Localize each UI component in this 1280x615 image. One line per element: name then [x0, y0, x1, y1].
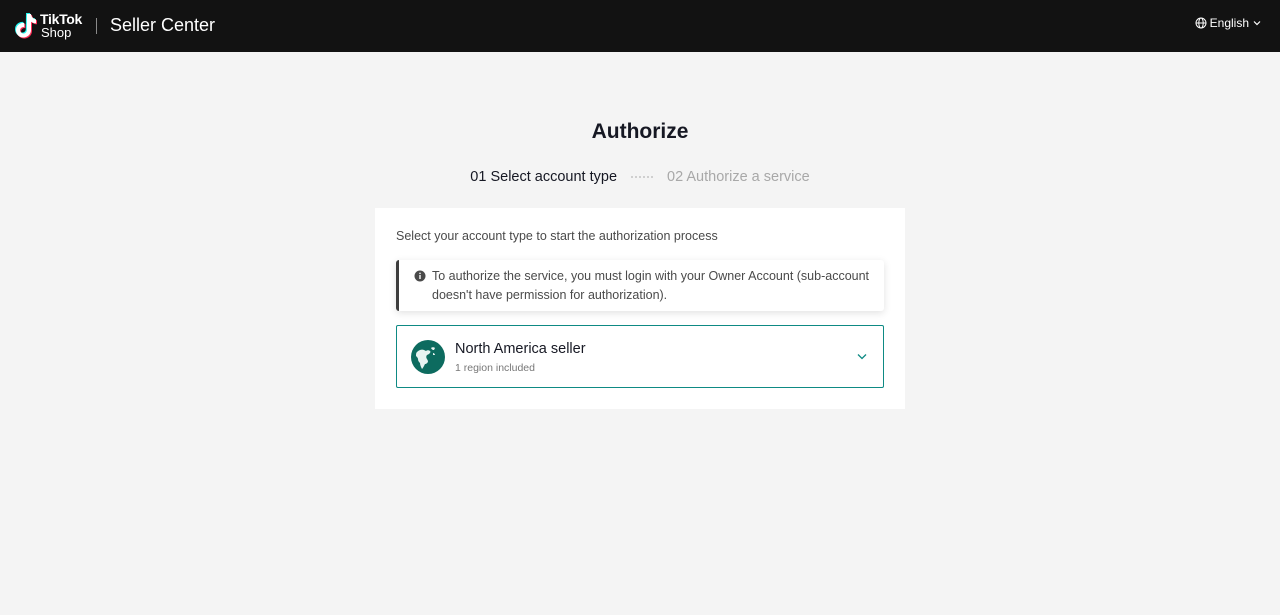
north-america-seller-option[interactable]: North America seller 1 region included	[396, 325, 884, 388]
owner-account-notice: To authorize the service, you must login…	[396, 260, 884, 311]
chevron-down-icon	[1253, 21, 1261, 26]
chevron-down-icon[interactable]	[857, 353, 867, 360]
notice-text: To authorize the service, you must login…	[432, 269, 870, 302]
option-title: North America seller	[455, 341, 586, 357]
top-bar: TikTok Shop Seller Center English	[0, 0, 1280, 52]
tiktok-logo-icon	[15, 13, 37, 39]
logo-wordmark: TikTok Shop	[40, 12, 82, 40]
info-icon	[414, 270, 426, 282]
step-1-label: 01 Select account type	[470, 169, 618, 185]
step-2-label: 02 Authorize a service	[667, 169, 810, 185]
card-instruction: Select your account type to start the au…	[396, 229, 718, 243]
logo-line-2: Shop	[41, 25, 72, 40]
product-name: Seller Center	[110, 15, 216, 35]
step-connector	[631, 176, 654, 178]
step-indicator: 01 Select account type 02 Authorize a se…	[0, 169, 1280, 185]
globe-language-icon	[1195, 17, 1207, 29]
language-selector[interactable]: English	[1195, 16, 1262, 30]
globe-icon	[411, 340, 445, 374]
header-divider	[96, 18, 97, 34]
tiktok-shop-logo[interactable]: TikTok Shop	[13, 11, 82, 41]
option-subtitle: 1 region included	[455, 362, 535, 374]
account-type-card: Select your account type to start the au…	[375, 208, 905, 409]
page-title: Authorize	[591, 120, 689, 143]
language-label: English	[1209, 16, 1249, 30]
